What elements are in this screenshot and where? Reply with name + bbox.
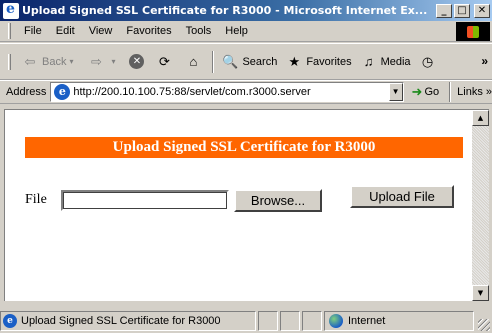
menu-help[interactable]: Help: [218, 25, 255, 37]
menu-favorites[interactable]: Favorites: [119, 25, 178, 37]
forward-button[interactable]: ⇨ ▾: [83, 53, 125, 71]
search-label: Search: [242, 55, 278, 68]
scroll-down-button[interactable]: ▼: [472, 285, 489, 301]
internet-globe-icon: [329, 314, 343, 328]
history-button[interactable]: ◷: [415, 53, 444, 71]
dropdown-icon: ▾: [111, 56, 116, 66]
links-toolbar[interactable]: Links »: [457, 86, 492, 98]
back-label: Back: [42, 55, 67, 68]
file-path-input[interactable]: [61, 190, 229, 211]
menu-tools[interactable]: Tools: [179, 25, 219, 37]
go-button[interactable]: ➜ Go: [412, 84, 440, 100]
window-title: Upload Signed SSL Certificate for R3000 …: [22, 4, 428, 17]
menu-bar: File Edit View Favorites Tools Help: [0, 21, 492, 42]
status-panel-empty: [280, 311, 300, 331]
windows-logo-icon: [456, 22, 490, 41]
media-button[interactable]: ♫ Media: [356, 53, 415, 71]
address-dropdown-button[interactable]: ▼: [388, 83, 403, 101]
history-icon: ◷: [421, 53, 434, 69]
address-field[interactable]: e http://200.10.100.75:88/servlet/com.r3…: [50, 82, 404, 102]
address-bar: Address e http://200.10.100.75:88/servle…: [0, 80, 492, 104]
home-icon: ⌂: [189, 53, 198, 69]
go-label: Go: [424, 86, 440, 98]
standard-toolbar: ⇦ Back ▾ ⇨ ▾ ✕ ⟳ ⌂ 🔍 Search ★ Favorites …: [0, 43, 492, 80]
toolbar-grip[interactable]: [8, 53, 11, 70]
menu-edit[interactable]: Edit: [49, 25, 82, 37]
menu-file[interactable]: File: [17, 25, 49, 37]
status-panel-empty: [302, 311, 322, 331]
address-label: Address: [6, 86, 47, 98]
page-icon: e: [54, 84, 71, 100]
security-zone-panel[interactable]: Internet: [324, 311, 474, 331]
toolbar-separator: [212, 50, 215, 73]
media-icon: ♫: [363, 53, 374, 69]
close-button[interactable]: ✕: [474, 3, 490, 18]
home-button[interactable]: ⌂: [180, 53, 209, 71]
title-bar: Upload Signed SSL Certificate for R3000 …: [0, 0, 492, 21]
media-label: Media: [380, 55, 411, 68]
status-panel-empty: [258, 311, 278, 331]
dropdown-icon: ▾: [69, 56, 74, 66]
upload-file-button[interactable]: Upload File: [350, 185, 454, 208]
file-label: File: [25, 192, 47, 207]
search-button[interactable]: 🔍 Search: [217, 53, 281, 71]
scroll-up-button[interactable]: ▲: [472, 110, 489, 126]
favorites-label: Favorites: [306, 55, 352, 68]
page-banner: Upload Signed SSL Certificate for R3000: [25, 137, 463, 158]
vertical-scrollbar[interactable]: ▲ ▼: [472, 109, 489, 301]
stop-button[interactable]: ✕: [125, 54, 151, 69]
minimize-button[interactable]: _: [436, 3, 452, 18]
maximize-button[interactable]: □: [454, 3, 470, 18]
refresh-icon: ⟳: [159, 53, 170, 69]
refresh-button[interactable]: ⟳: [151, 53, 180, 71]
go-arrow-icon: ➜: [411, 84, 423, 99]
toolbar-overflow-chevron[interactable]: »: [481, 54, 488, 68]
toolbar-grip[interactable]: [8, 23, 11, 39]
status-text-panel: e Upload Signed SSL Certificate for R300…: [0, 311, 256, 331]
back-arrow-icon: ⇦: [24, 53, 36, 69]
browse-button[interactable]: Browse...: [234, 189, 322, 212]
forward-arrow-icon: ⇨: [91, 53, 102, 69]
zone-label: Internet: [348, 315, 386, 327]
page-icon: e: [3, 314, 17, 328]
search-icon: 🔍: [222, 53, 239, 69]
status-bar: e Upload Signed SSL Certificate for R300…: [0, 309, 492, 333]
stop-icon: ✕: [129, 54, 145, 69]
back-button[interactable]: ⇦ Back ▾: [17, 53, 83, 71]
favorites-icon: ★: [288, 53, 301, 69]
menu-view[interactable]: View: [82, 25, 120, 37]
address-separator: [449, 82, 452, 102]
ie-icon: [3, 1, 19, 19]
resize-grip-icon[interactable]: [478, 319, 490, 331]
favorites-button[interactable]: ★ Favorites: [281, 53, 355, 71]
status-text: Upload Signed SSL Certificate for R3000: [21, 315, 221, 327]
page-content: Upload Signed SSL Certificate for R3000 …: [4, 109, 472, 301]
address-url[interactable]: http://200.10.100.75:88/servlet/com.r300…: [73, 86, 388, 98]
